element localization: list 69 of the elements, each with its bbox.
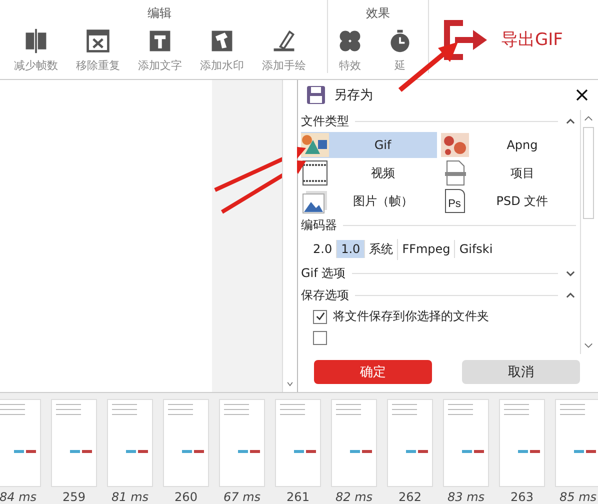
scroll-bar[interactable] (580, 110, 595, 354)
dots-image-icon (440, 132, 468, 158)
frame-delay: 85 ms (559, 490, 597, 504)
frame-thumbnail[interactable] (387, 399, 433, 487)
frame-number: 259 (62, 490, 86, 504)
section-header: Gif 选项 (301, 264, 346, 282)
frame-number: 260 (174, 490, 198, 504)
encoder-option[interactable]: 1.0 (337, 240, 366, 258)
close-button[interactable] (574, 87, 590, 103)
collapse-toggle[interactable] (564, 116, 576, 126)
scroll-bar[interactable] (282, 80, 297, 392)
frame-thumbnail[interactable] (51, 399, 97, 487)
dialog-title: 另存为 (334, 87, 374, 104)
split-bars-icon (23, 28, 49, 54)
document-icon: Ps (444, 189, 464, 213)
file-type-option[interactable]: Ps PSD 文件 (440, 188, 576, 214)
toolbar-button[interactable]: 移除重复 (70, 28, 126, 73)
frame-thumbnail[interactable] (275, 399, 321, 487)
section-header: 保存选项 (301, 286, 349, 304)
encoder-option[interactable]: 系统 (365, 238, 398, 260)
group-label: 编辑 (148, 5, 172, 22)
section-header: 编码器 (301, 216, 337, 234)
frame-delay: 83 ms (447, 490, 485, 504)
film-strip-icon (301, 160, 329, 186)
frame-delay: 82 ms (335, 490, 373, 504)
tilted-letter-icon (209, 28, 235, 54)
frame-delay: 84 ms (0, 490, 37, 504)
toolbar-button[interactable]: 添加手绘 (256, 28, 312, 73)
four-circles-icon (337, 28, 363, 54)
section-header: 文件类型 (301, 112, 349, 130)
frame-thumbnail[interactable] (443, 399, 489, 487)
checkbox-label: 将文件保存到你选择的文件夹 (333, 308, 489, 325)
file-type-option[interactable]: Apng (440, 132, 576, 158)
frame-thumbnail[interactable] (163, 399, 209, 487)
file-type-option[interactable]: 图片（帧） (301, 188, 436, 214)
frame-number: 262 (398, 490, 422, 504)
window-x-icon (85, 28, 111, 54)
group-label: 效果 (366, 5, 390, 22)
collapse-toggle[interactable] (564, 268, 576, 278)
toolbar-button[interactable]: 特效 (328, 28, 372, 73)
export-button[interactable]: 导出GIF (437, 10, 569, 70)
shapes-image-icon (301, 132, 329, 158)
frame-thumbnail[interactable] (499, 399, 545, 487)
frame-delay: 67 ms (223, 490, 261, 504)
frame-delay: 81 ms (111, 490, 149, 504)
checkbox[interactable] (313, 330, 327, 344)
frame-thumbnail[interactable] (555, 399, 598, 487)
toolbar-button[interactable]: 减少帧数 (8, 28, 64, 73)
frame-number: 263 (510, 490, 534, 504)
landscape-image-icon (301, 188, 329, 214)
frame-number: 261 (286, 490, 310, 504)
collapse-toggle[interactable] (564, 290, 576, 300)
pen-icon (271, 28, 297, 54)
file-type-option[interactable]: Gif (301, 132, 436, 158)
toolbar-button[interactable]: 添加水印 (194, 28, 250, 73)
frame-thumbnail[interactable] (331, 399, 377, 487)
cancel-button[interactable]: 取消 (462, 360, 580, 384)
encoder-option[interactable]: Gifski (455, 240, 497, 258)
file-type-option[interactable]: 视频 (301, 160, 436, 186)
confirm-button[interactable]: 确定 (314, 360, 432, 384)
frame-thumbnail[interactable] (219, 399, 265, 487)
letter-t-icon (147, 28, 173, 54)
file-type-option[interactable]: 项目 (440, 160, 576, 186)
frame-thumbnail[interactable] (107, 399, 153, 487)
frame-thumbnail[interactable] (0, 399, 41, 487)
checkbox[interactable] (313, 310, 327, 324)
toolbar-button[interactable]: 添加文字 (132, 28, 188, 73)
toolbar-button[interactable]: 延 (378, 28, 422, 73)
encoder-option[interactable]: FFmpeg (398, 240, 456, 258)
